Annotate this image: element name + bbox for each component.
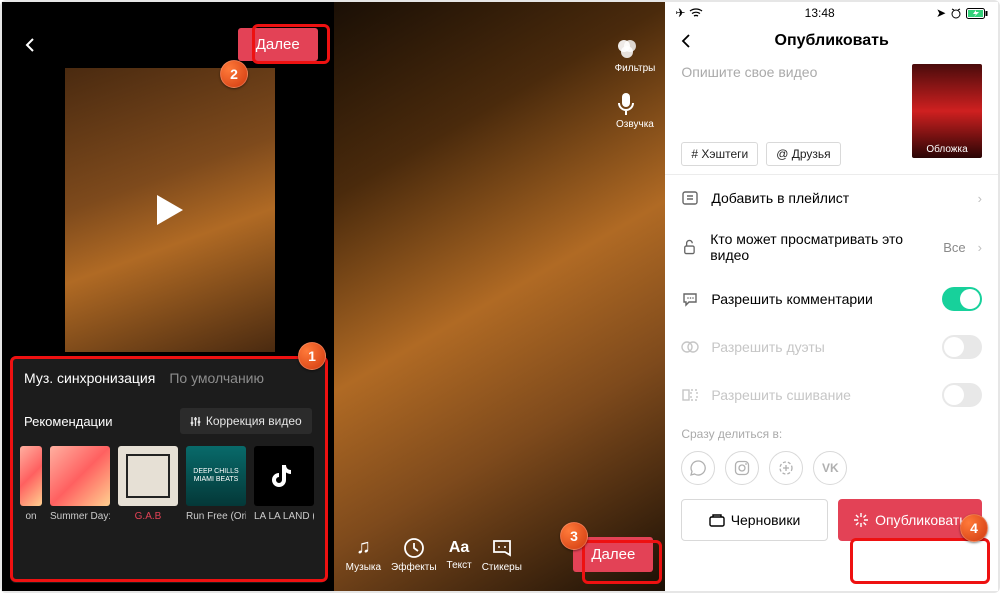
cover-button[interactable]: Обложка — [912, 64, 982, 158]
sliders-icon — [190, 416, 201, 427]
chevron-right-icon: › — [978, 240, 982, 255]
status-time: 13:48 — [805, 6, 835, 20]
comment-icon — [681, 290, 699, 308]
row-comments: Разрешить комментарии — [665, 275, 998, 323]
music-panel: Муз. синхронизация По умолчанию Рекоменд… — [10, 356, 326, 583]
tiktok-icon — [269, 461, 299, 491]
share-label: Сразу делиться в: — [665, 419, 998, 445]
recommendations-label: Рекомендации — [24, 414, 113, 429]
music-thumb-partial[interactable]: on — [20, 446, 42, 522]
hashtags-chip[interactable]: # Хэштеги — [681, 142, 758, 166]
next-button[interactable]: Далее — [238, 28, 318, 61]
share-vk-icon[interactable]: VK — [813, 451, 847, 485]
share-instagram-icon[interactable] — [725, 451, 759, 485]
row-privacy[interactable]: Кто может просматривать это видео Все › — [665, 219, 998, 275]
badge-4: 4 — [960, 514, 988, 542]
row-stitch: Разрешить сшивание — [665, 371, 998, 419]
chevron-right-icon: › — [978, 191, 982, 206]
drafts-icon — [709, 513, 725, 527]
duet-toggle — [942, 335, 982, 359]
video-correction-button[interactable]: Коррекция видео — [180, 408, 312, 434]
music-button[interactable]: ♫ Музыка — [346, 536, 381, 573]
publish-button[interactable]: Опубликовать — [838, 499, 982, 541]
filters-icon — [615, 38, 639, 60]
playlist-icon — [681, 189, 699, 207]
lock-icon — [681, 238, 698, 256]
back-icon[interactable] — [22, 37, 38, 53]
page-title: Опубликовать — [775, 32, 889, 49]
badge-3: 3 — [560, 522, 588, 550]
drafts-button[interactable]: Черновики — [681, 499, 827, 541]
battery-icon — [966, 8, 988, 19]
wifi-icon — [689, 8, 703, 18]
music-thumb[interactable]: Summer Day: — [50, 446, 110, 522]
mic-icon — [616, 92, 636, 116]
sparkle-icon — [853, 512, 869, 528]
row-duet: Разрешить дуэты — [665, 323, 998, 371]
video-correction-label: Коррекция видео — [206, 414, 302, 428]
sticker-icon — [491, 537, 513, 559]
music-thumb[interactable]: G.A.B — [118, 446, 178, 522]
tab-default[interactable]: По умолчанию — [169, 370, 264, 386]
row-add-playlist[interactable]: Добавить в плейлист › — [665, 177, 998, 219]
privacy-value: Все — [943, 240, 965, 255]
airplane-icon: ✈︎ — [675, 6, 685, 20]
badge-2: 2 — [220, 60, 248, 88]
voiceover-button[interactable]: Озвучка — [616, 92, 654, 130]
effects-button[interactable]: Эффекты — [391, 537, 436, 573]
filters-button[interactable]: Фильтры — [615, 38, 656, 74]
stitch-icon — [681, 386, 699, 404]
text-button[interactable]: Aа Текст — [447, 539, 472, 571]
video-preview[interactable] — [65, 68, 275, 352]
music-icon: ♫ — [346, 536, 381, 559]
play-icon[interactable] — [155, 193, 185, 227]
music-thumb[interactable]: LA LA LAND ( — [254, 446, 314, 522]
panel-publish: ✈︎ 13:48 ➤ Опубликовать — [665, 2, 998, 591]
back-icon[interactable] — [679, 34, 693, 48]
duet-icon — [681, 338, 699, 356]
panel-editor: Фильтры Озвучка ♫ Музыка Эффекты Aа Текс… — [334, 2, 666, 591]
friends-chip[interactable]: @ Друзья — [766, 142, 840, 166]
music-thumb[interactable]: DEEP CHILLS MIAMI BEATS Run Free (Ori — [186, 446, 246, 522]
stickers-button[interactable]: Стикеры — [482, 537, 522, 573]
share-whatsapp-icon[interactable] — [681, 451, 715, 485]
stitch-toggle — [942, 383, 982, 407]
text-icon: Aа — [447, 539, 472, 557]
comments-toggle[interactable] — [942, 287, 982, 311]
share-stories-icon[interactable] — [769, 451, 803, 485]
tab-music-sync[interactable]: Муз. синхронизация — [24, 370, 155, 386]
clock-icon — [403, 537, 425, 559]
badge-1: 1 — [298, 342, 326, 370]
alarm-icon — [950, 7, 962, 19]
location-icon: ➤ — [936, 6, 946, 20]
panel-music-sync: Далее Муз. синхронизация По умолчанию Ре… — [2, 2, 334, 591]
status-bar: ✈︎ 13:48 ➤ — [665, 2, 998, 22]
